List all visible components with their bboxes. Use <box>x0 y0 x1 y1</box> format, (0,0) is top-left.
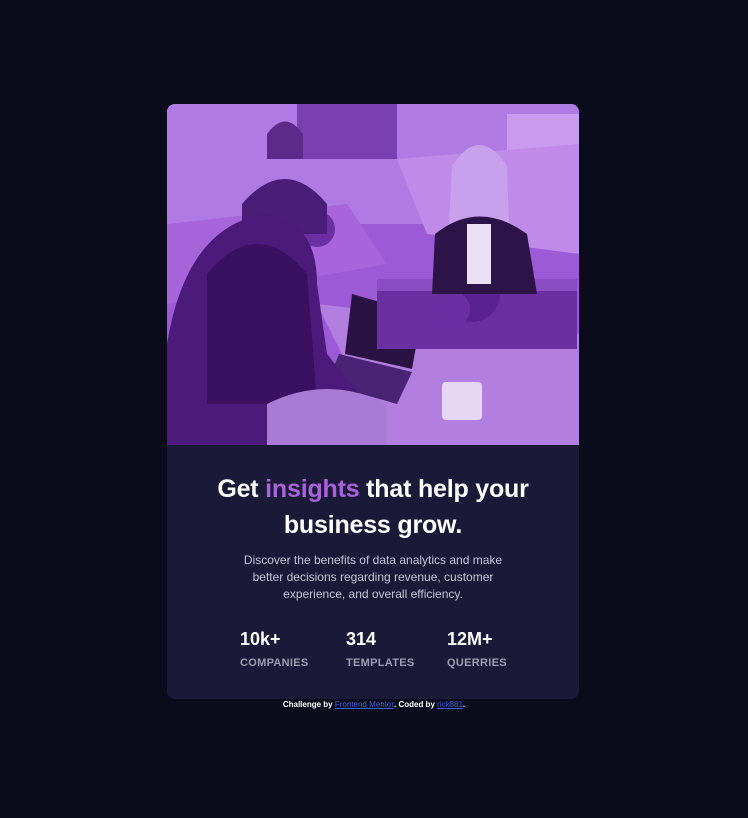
attribution-prefix: Challenge by <box>282 700 335 709</box>
description: Discover the benefits of data analytics … <box>243 553 503 601</box>
stat-label: COMPANIES <box>240 657 309 669</box>
attribution: Challenge by Frontend Mentor. Coded by r… <box>0 700 748 709</box>
attribution-suffix: . <box>462 700 466 709</box>
stat-label: QUERRIES <box>447 657 507 669</box>
stat-queries: 12M+ QUERRIES <box>447 628 507 670</box>
attribution-middle: . Coded by <box>394 700 438 709</box>
headline-accent: insights <box>265 475 360 503</box>
author-link[interactable]: rick881 <box>437 700 463 709</box>
stat-companies: 10k+ COMPANIES <box>240 628 309 670</box>
headline-before: Get <box>217 475 266 503</box>
stat-value: 10k+ <box>240 629 281 649</box>
hero-image <box>167 104 579 445</box>
stat-value: 314 <box>346 629 377 649</box>
stat-templates: 314 TEMPLATES <box>346 628 415 670</box>
headline: Get insights that help your business gro… <box>197 471 549 543</box>
office-team-photo-icon <box>167 104 579 445</box>
stat-value: 12M+ <box>447 629 493 649</box>
frontend-mentor-link[interactable]: Frontend Mentor <box>335 700 394 709</box>
stats-preview-card: Get insights that help your business gro… <box>167 104 579 699</box>
stat-label: TEMPLATES <box>346 657 415 669</box>
